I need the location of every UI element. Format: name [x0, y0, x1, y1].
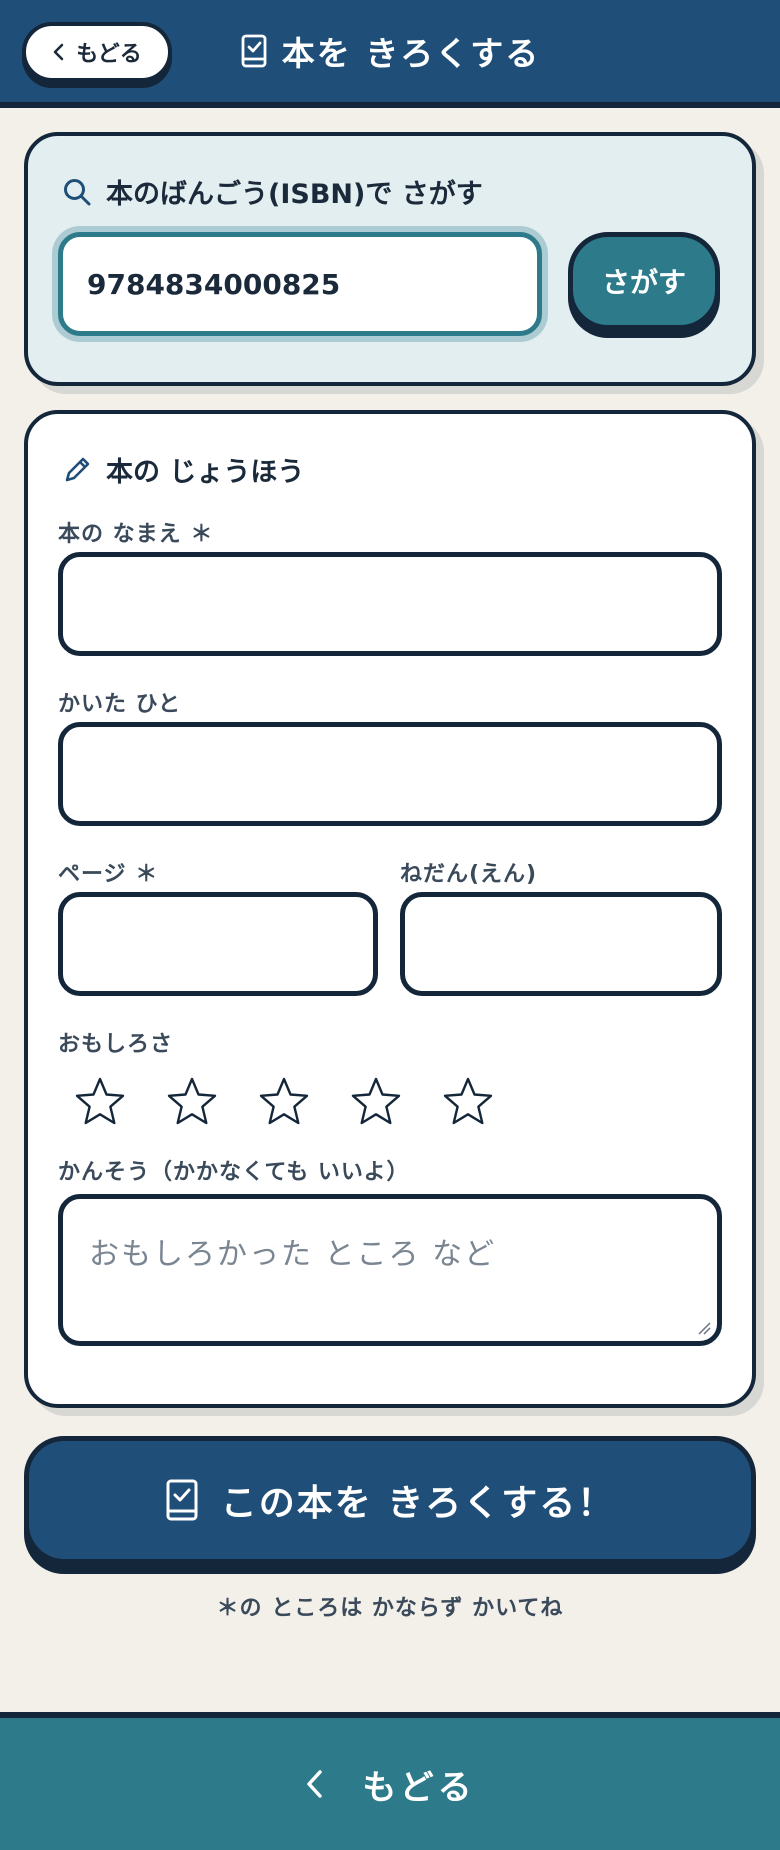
star-icon[interactable]: [442, 1076, 494, 1128]
star-icon[interactable]: [74, 1076, 126, 1128]
header-back-button[interactable]: もどる: [22, 22, 172, 82]
submit-label: この本を きろくする！: [220, 1483, 616, 1524]
bottom-back-button[interactable]: もどる: [0, 1712, 780, 1850]
app-header: もどる 本を きろくする: [0, 0, 780, 108]
search-icon: [64, 178, 91, 205]
star-icon[interactable]: [258, 1076, 310, 1128]
author-input[interactable]: [58, 722, 722, 826]
price-input[interactable]: [400, 892, 722, 996]
book-info-title-text: 本の じょうほう: [106, 457, 305, 488]
chevron-left-icon: [307, 1770, 323, 1798]
pages-label: ページ ＊: [58, 862, 159, 887]
book-title-label: 本の なまえ ＊: [58, 522, 214, 547]
pencil-icon: [65, 457, 90, 481]
isbn-search-title: 本のばんごう(ISBN)で さがす: [62, 172, 483, 211]
rating-stars: [74, 1076, 494, 1128]
book-info-title: 本の じょうほう: [62, 450, 304, 489]
pages-input[interactable]: [58, 892, 378, 996]
book-title-input[interactable]: [58, 552, 722, 656]
book-check-icon: [241, 34, 267, 68]
page-title-text: 本を きろくする: [281, 34, 541, 73]
review-label: かんそう（かかなくても いいよ）: [58, 1160, 410, 1185]
isbn-input[interactable]: 9784834000825: [58, 232, 542, 336]
page-title: 本を きろくする: [240, 27, 541, 75]
isbn-search-card: 本のばんごう(ISBN)で さがす 9784834000825 さがす: [24, 132, 756, 386]
review-textarea[interactable]: おもしろかった ところ など: [58, 1194, 722, 1346]
bottom-back-label: もどる: [362, 1767, 476, 1808]
price-label: ねだん(えん): [400, 862, 538, 887]
book-info-card: 本の じょうほう 本の なまえ ＊ かいた ひと ページ ＊ ねだん(えん) お…: [24, 410, 756, 1408]
required-footnote: ＊の ところは かならず かいてね: [216, 1596, 564, 1621]
chevron-left-icon: [53, 43, 64, 61]
isbn-search-title-text: 本のばんごう(ISBN)で さがす: [106, 179, 483, 210]
submit-button[interactable]: この本を きろくする！: [24, 1436, 756, 1564]
star-icon[interactable]: [166, 1076, 218, 1128]
star-icon[interactable]: [350, 1076, 402, 1128]
header-back-label: もどる: [76, 42, 142, 67]
isbn-search-button[interactable]: さがす: [568, 232, 720, 330]
review-placeholder: おもしろかった ところ など: [89, 1237, 497, 1272]
resize-handle-icon[interactable]: [697, 1321, 711, 1335]
rating-label: おもしろさ: [58, 1032, 174, 1057]
author-label: かいた ひと: [58, 692, 181, 717]
book-check-icon: [166, 1479, 198, 1521]
